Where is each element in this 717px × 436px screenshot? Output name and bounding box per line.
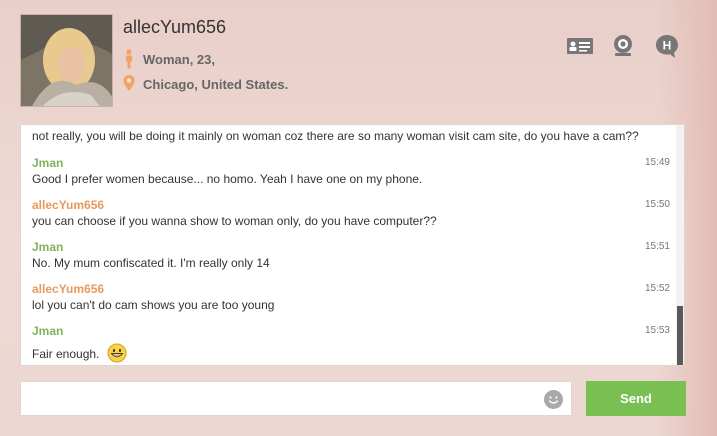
- chat-scrollbar[interactable]: [676, 125, 684, 365]
- chat-message: Jman 15:51 No. My mum confiscated it. I'…: [32, 240, 670, 270]
- message-input[interactable]: [21, 382, 531, 415]
- message-text: Fair enough.: [32, 347, 100, 361]
- message-composer: [20, 381, 572, 416]
- message-text: No. My mum confiscated it. I'm really on…: [32, 256, 270, 270]
- avatar[interactable]: [20, 14, 113, 107]
- help-icon[interactable]: H: [654, 33, 682, 58]
- map-pin-icon: [123, 74, 135, 94]
- message-sender[interactable]: Jman: [32, 156, 670, 170]
- message-text: lol you can't do cam shows you are too y…: [32, 298, 275, 312]
- chat-message: Jman 15:49 Good I prefer women because..…: [32, 156, 670, 186]
- gender-age-row: Woman, 23,: [123, 49, 215, 69]
- message-time: 15:52: [644, 283, 670, 294]
- webcam-icon[interactable]: [611, 33, 639, 57]
- send-button[interactable]: Send: [586, 381, 686, 416]
- person-icon: [123, 49, 135, 69]
- location-text: Chicago, United States.: [143, 76, 289, 92]
- chat-message: allecYum656 15:50 you can choose if you …: [32, 198, 670, 228]
- message-text: you can choose if you wanna show to woma…: [32, 214, 437, 228]
- chat-message: not really, you will be doing it mainly …: [32, 129, 670, 143]
- gender-age-text: Woman, 23,: [143, 51, 216, 67]
- chat-message: Jman 15:53 Fair enough.: [32, 324, 670, 363]
- emoji-picker-icon[interactable]: [544, 390, 563, 409]
- profile-card-icon[interactable]: [566, 36, 594, 60]
- message-time: 15:50: [644, 199, 670, 210]
- message-sender[interactable]: allecYum656: [32, 198, 670, 212]
- chat-history[interactable]: not really, you will be doing it mainly …: [20, 124, 685, 366]
- chat-scrollbar-thumb[interactable]: [677, 306, 683, 365]
- message-time: 15:53: [644, 325, 670, 336]
- message-text-row: Fair enough.: [32, 343, 670, 363]
- message-time: 15:49: [644, 157, 670, 168]
- message-sender[interactable]: allecYum656: [32, 282, 670, 296]
- message-text: not really, you will be doing it mainly …: [32, 129, 639, 143]
- message-text: Good I prefer women because... no homo. …: [32, 172, 423, 186]
- message-sender[interactable]: Jman: [32, 240, 670, 254]
- grinning-smiley-icon: [107, 343, 127, 363]
- location-row: Chicago, United States.: [123, 74, 288, 94]
- username: allecYum656: [123, 17, 227, 37]
- svg-text:H: H: [663, 39, 672, 53]
- message-time: 15:51: [644, 241, 670, 252]
- chat-message: allecYum656 15:52 lol you can't do cam s…: [32, 282, 670, 312]
- message-sender[interactable]: Jman: [32, 324, 670, 338]
